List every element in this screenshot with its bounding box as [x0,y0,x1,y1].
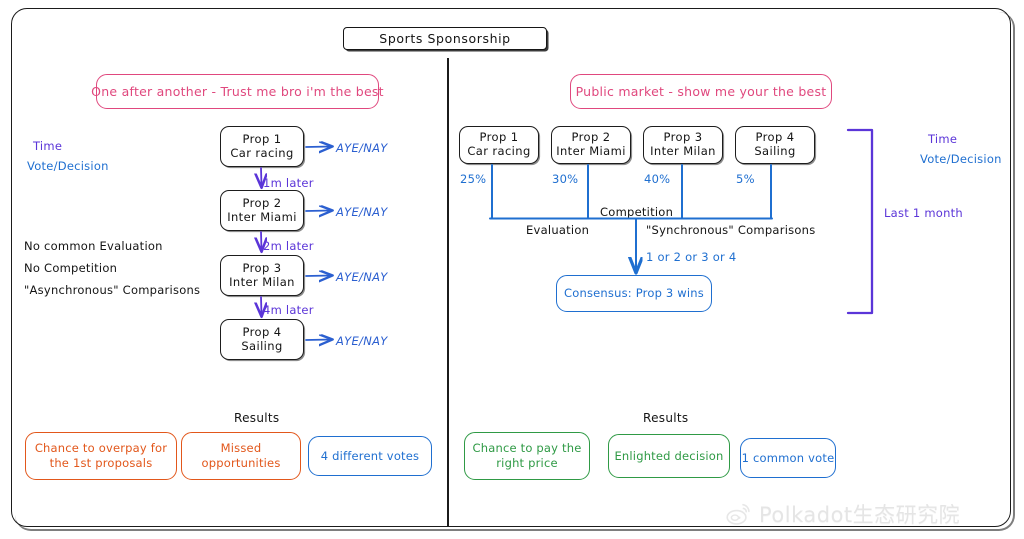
right-result-1-line2: right price [496,456,558,470]
left-panel-header: One after another - Trust me bro i'm the… [91,74,384,109]
watermark: Polkadot生态研究院 [726,499,960,529]
left-proposal-box-2[interactable]: Prop 2 Inter Miami [220,190,304,231]
right-result-pill-2[interactable]: Enlighted decision [608,434,730,478]
right-bracket-label: Last 1 month [884,206,963,220]
right-proposal-box-2[interactable]: Prop 2 Inter Miami [551,126,631,164]
right-vote-label: Vote/Decision [920,152,1002,166]
right-time-label: Time [928,132,958,146]
right-percent-4: 5% [736,172,755,186]
right-percent-3: 40% [644,172,671,186]
left-result-3-line1: 4 different votes [320,448,420,463]
whiteboard-diagram: Sports Sponsorship One after another - T… [0,0,1024,539]
left-time-label: Time [33,139,63,153]
watermark-text: Polkadot生态研究院 [759,503,961,527]
left-result-1-line1: Chance to overpay for [34,441,168,456]
right-proposal-2-subject: Inter Miami [556,144,626,158]
left-delay-label-3: 4m later [263,303,314,317]
left-proposal-box-1[interactable]: Prop 1 Car racing [220,126,304,167]
right-proposal-2-name: Prop 2 [571,130,611,145]
competition-label: Competition [600,205,674,219]
left-proposal-2-subject: Inter Miami [227,209,297,224]
right-proposal-box-1[interactable]: Prop 1 Car racing [459,126,539,164]
consensus-box[interactable]: Consensus: Prop 3 wins [556,275,712,312]
diagram-title: Sports Sponsorship [379,31,511,46]
right-proposal-1-name: Prop 1 [479,130,519,145]
left-vote-outcome-2: AYE/NAY [336,205,388,219]
choice-label: 1 or 2 or 3 or 4 [646,250,737,264]
left-note-1: No Competition [24,261,118,275]
left-result-2-line2: opportunities [201,456,281,470]
evaluation-label: Evaluation [526,223,590,237]
right-result-pill-1[interactable]: Chance to pay the right price [464,432,590,480]
right-proposal-box-3[interactable]: Prop 3 Inter Milan [643,126,723,164]
right-proposal-1-subject: Car racing [467,144,531,158]
left-result-pill-1[interactable]: Chance to overpay for the 1st proposals [25,432,177,480]
left-result-pill-3[interactable]: 4 different votes [308,436,432,476]
left-vote-outcome-1: AYE/NAY [336,141,388,155]
consensus-text: Consensus: Prop 3 wins [564,286,704,301]
left-result-1-line2: the 1st proposals [49,456,153,470]
diagram-title-box: Sports Sponsorship [343,27,547,50]
left-proposal-1-subject: Car racing [230,145,294,160]
left-proposal-box-4[interactable]: Prop 4 Sailing [220,319,304,360]
left-result-2-line1: Missed [220,441,262,456]
left-results-label: Results [234,411,280,425]
right-results-label: Results [643,411,689,425]
right-percent-1: 25% [460,172,487,186]
right-proposal-4-subject: Sailing [754,144,796,158]
panel-divider [447,58,449,526]
left-vote-outcome-4: AYE/NAY [336,334,388,348]
weibo-icon [726,503,750,525]
right-result-pill-3[interactable]: 1 common vote [740,438,836,478]
left-proposal-4-subject: Sailing [241,338,283,353]
right-proposal-4-name: Prop 4 [755,130,795,145]
left-vote-label: Vote/Decision [27,159,109,173]
right-panel-header: Public market - show me your the best [570,74,832,109]
right-proposal-box-4[interactable]: Prop 4 Sailing [735,126,815,164]
right-proposal-3-subject: Inter Milan [650,144,716,158]
left-delay-label-2: 2m later [263,239,314,253]
right-result-3-line1: 1 common vote [741,450,835,465]
left-proposal-2-name: Prop 2 [242,195,282,210]
right-result-1-line1: Chance to pay the [472,441,582,456]
left-proposal-4-name: Prop 4 [242,324,282,339]
left-note-2: "Asynchronous" Comparisons [24,283,201,297]
sync-comparisons-label: "Synchronous" Comparisons [646,223,816,237]
left-note-0: No common Evaluation [24,239,163,253]
right-percent-2: 30% [552,172,579,186]
left-proposal-box-3[interactable]: Prop 3 Inter Milan [220,255,304,296]
left-result-pill-2[interactable]: Missed opportunities [181,432,301,480]
left-proposal-3-subject: Inter Milan [229,274,295,289]
right-result-2-line1: Enlighted decision [614,448,724,463]
left-proposal-3-name: Prop 3 [242,260,282,275]
left-vote-outcome-3: AYE/NAY [336,270,388,284]
left-delay-label-1: 1m later [263,176,314,190]
right-proposal-3-name: Prop 3 [663,130,703,145]
left-proposal-1-name: Prop 1 [242,131,282,146]
